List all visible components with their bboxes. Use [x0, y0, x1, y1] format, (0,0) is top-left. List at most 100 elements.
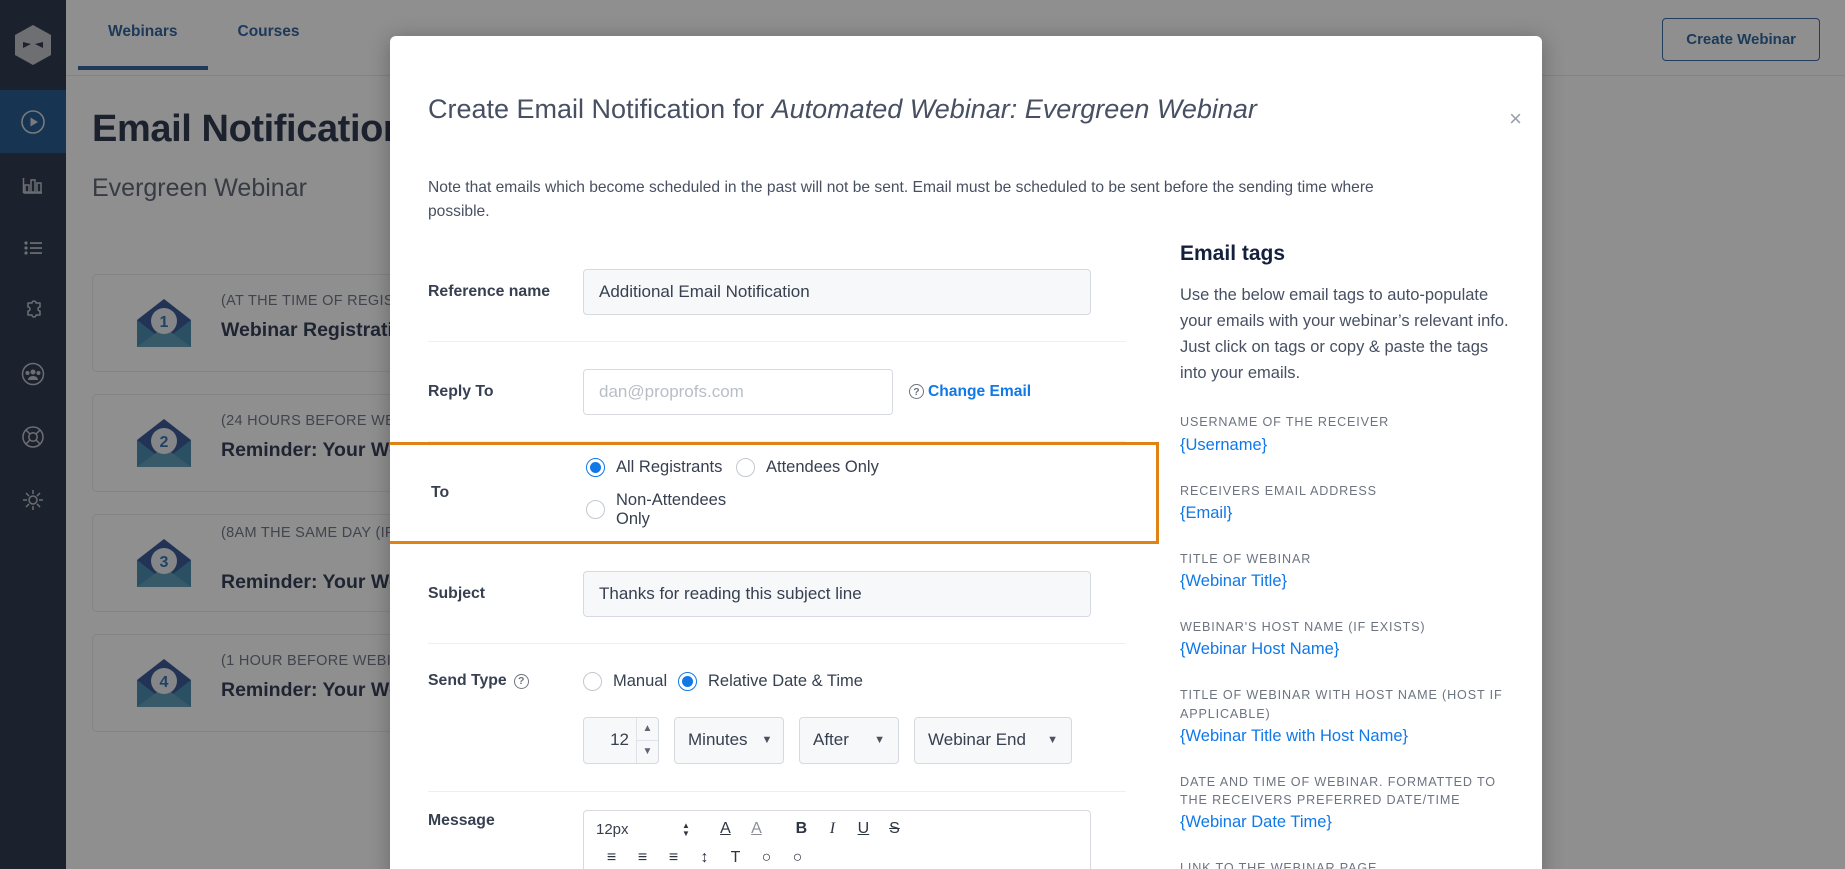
- message-editor[interactable]: 12px ▲ ▼ A A B I U S ≡ ≡ ≡ ↕ T ○ ○: [583, 810, 1091, 869]
- unit-select-value: Minutes: [688, 730, 748, 749]
- subject-label: Subject: [428, 584, 486, 602]
- modal-body: Reference name Reply To ? Change Email: [390, 242, 1542, 869]
- unit-select[interactable]: Minutes ▼: [674, 716, 784, 764]
- radio-dot-icon: [678, 671, 697, 691]
- change-email-label: Change Email: [928, 382, 1032, 400]
- message-label: Message: [428, 812, 495, 829]
- direction-select[interactable]: After ▼: [799, 716, 899, 764]
- reply-to-row: Reply To ? Change Email: [428, 342, 1126, 442]
- email-tag-caption: RECEIVERS EMAIL ADDRESS: [1180, 483, 1377, 498]
- email-tag-caption: LINK TO THE WEBINAR PAGE: [1180, 861, 1378, 869]
- help-icon: ?: [909, 384, 924, 399]
- direction-select-value: After: [813, 730, 849, 749]
- font-size-stepper-icon[interactable]: ▲ ▼: [682, 821, 690, 837]
- email-tag-caption: TITLE OF WEBINAR: [1180, 551, 1312, 566]
- highlight-color-icon[interactable]: A: [741, 820, 772, 838]
- email-tag-item: DATE AND TIME OF WEBINAR. FORMATTED TO T…: [1180, 773, 1510, 833]
- stepper-up-icon[interactable]: ▲: [637, 718, 658, 741]
- send-type-option-label: Relative Date & Time: [708, 671, 863, 690]
- email-tag-caption: TITLE OF WEBINAR WITH HOST NAME (HOST IF…: [1180, 688, 1503, 721]
- ordered-list-icon[interactable]: ≡: [596, 849, 627, 867]
- relative-schedule-controls: 12 ▲ ▼ Minutes ▼ After ▼ Webinar End ▼: [583, 716, 1072, 764]
- font-size-value[interactable]: 12px: [596, 821, 682, 838]
- to-option-non-attendees-only[interactable]: Non-Attendees Only: [586, 491, 736, 529]
- reference-name-label: Reference name: [428, 282, 551, 300]
- help-icon[interactable]: ?: [513, 673, 529, 689]
- text-color-icon[interactable]: A: [710, 820, 741, 838]
- email-tags-heading: Email tags: [1180, 242, 1286, 265]
- send-type-option-manual[interactable]: Manual: [583, 671, 678, 691]
- send-type-label: Send Type: [428, 672, 507, 689]
- underline-icon[interactable]: U: [848, 820, 879, 838]
- image-icon[interactable]: ○: [782, 849, 813, 867]
- to-option-attendees-only[interactable]: Attendees Only: [736, 457, 879, 477]
- email-tag-item: WEBINAR'S HOST NAME (IF EXISTS) {Webinar…: [1180, 618, 1510, 659]
- anchor-select[interactable]: Webinar End ▼: [914, 716, 1072, 764]
- email-tag-item: RECEIVERS EMAIL ADDRESS {Email}: [1180, 482, 1510, 523]
- modal-title-prefix: Create Email Notification for: [428, 94, 772, 124]
- radio-dot-icon: [586, 457, 605, 477]
- align-icon[interactable]: ≡: [658, 849, 689, 867]
- chevron-down-icon: ▼: [1047, 734, 1058, 746]
- email-tag-value[interactable]: {Email}: [1180, 504, 1510, 523]
- email-tag-item: TITLE OF WEBINAR {Webinar Title}: [1180, 550, 1510, 591]
- stepper-buttons: ▲ ▼: [636, 717, 658, 763]
- email-tag-value[interactable]: {Webinar Title with Host Name}: [1180, 727, 1510, 746]
- offset-number-stepper[interactable]: 12 ▲ ▼: [583, 716, 659, 764]
- radio-dot-icon: [586, 500, 605, 519]
- send-type-row: Send Type ? Manual Relative Date & Time: [428, 644, 1126, 792]
- modal-note: Note that emails which become scheduled …: [428, 179, 1374, 221]
- send-type-option-label: Manual: [613, 671, 668, 690]
- to-option-label: Non-Attendees Only: [616, 490, 727, 528]
- reference-name-input[interactable]: [583, 268, 1091, 315]
- chevron-down-icon: ▼: [874, 734, 885, 746]
- italic-icon[interactable]: I: [817, 820, 848, 838]
- email-tag-value[interactable]: {Webinar Host Name}: [1180, 640, 1510, 659]
- email-tag-value[interactable]: {Username}: [1180, 436, 1510, 455]
- to-row: To All Registrants Attendees Only Non-At…: [431, 445, 1156, 541]
- offset-value[interactable]: 12: [584, 718, 636, 763]
- radio-dot-icon: [736, 457, 755, 477]
- email-form: Reference name Reply To ? Change Email: [390, 242, 1159, 869]
- chevron-down-icon: ▼: [761, 734, 773, 746]
- stepper-down-icon[interactable]: ▼: [637, 741, 658, 763]
- to-label: To: [431, 484, 450, 502]
- modal-title: Create Email Notification for Automated …: [428, 94, 1472, 125]
- email-tag-item: USERNAME OF THE RECEIVER {Username}: [1180, 413, 1510, 454]
- editor-toolbar-row-2: ≡ ≡ ≡ ↕ T ○ ○: [584, 847, 1090, 869]
- editor-toolbar-row-1: 12px ▲ ▼ A A B I U S: [584, 811, 1090, 847]
- message-row: Message 12px ▲ ▼ A A B I U S ≡ ≡ ≡ ↕ T ○…: [428, 792, 1126, 869]
- email-tag-value[interactable]: {Webinar Title}: [1180, 572, 1510, 591]
- bold-icon[interactable]: B: [786, 820, 817, 838]
- change-email-link[interactable]: ? Change Email: [909, 383, 1031, 401]
- subject-input[interactable]: [583, 570, 1091, 617]
- subject-row: Subject: [428, 544, 1126, 644]
- reference-name-row: Reference name: [428, 242, 1126, 342]
- link-icon[interactable]: ○: [751, 849, 782, 867]
- to-option-label: All Registrants: [616, 457, 723, 476]
- create-email-notification-modal: × Create Email Notification for Automate…: [390, 36, 1542, 869]
- close-icon[interactable]: ×: [1509, 108, 1522, 130]
- email-tag-caption: USERNAME OF THE RECEIVER: [1180, 415, 1390, 430]
- indent-icon[interactable]: ↕: [689, 849, 720, 867]
- radio-dot-icon: [583, 671, 602, 691]
- email-tag-value[interactable]: {Webinar Date Time}: [1180, 813, 1510, 832]
- unordered-list-icon[interactable]: ≡: [627, 849, 658, 867]
- email-tag-caption: WEBINAR'S HOST NAME (IF EXISTS): [1180, 620, 1426, 634]
- to-option-label: Attendees Only: [766, 457, 879, 476]
- clear-format-icon[interactable]: T: [720, 849, 751, 867]
- email-tag-item: TITLE OF WEBINAR WITH HOST NAME (HOST IF…: [1180, 686, 1510, 746]
- send-type-label-wrap: Send Type ?: [428, 672, 583, 690]
- reply-to-input[interactable]: [583, 368, 893, 415]
- modal-title-emphasis: Automated Webinar: Evergreen Webinar: [771, 94, 1257, 124]
- email-tags-panel: Email tags Use the below email tags to a…: [1180, 242, 1510, 869]
- email-tag-caption: DATE AND TIME OF WEBINAR. FORMATTED TO T…: [1180, 774, 1496, 807]
- send-type-option-relative[interactable]: Relative Date & Time: [678, 671, 863, 691]
- anchor-select-value: Webinar End: [928, 730, 1026, 749]
- email-tag-item: LINK TO THE WEBINAR PAGE {Webinar Page L…: [1180, 859, 1510, 869]
- to-highlight-box: To All Registrants Attendees Only Non-At…: [390, 442, 1159, 544]
- reply-to-label: Reply To: [428, 382, 494, 400]
- strikethrough-icon[interactable]: S: [879, 820, 910, 838]
- email-tags-description: Use the below email tags to auto-populat…: [1180, 286, 1509, 383]
- to-option-all-registrants[interactable]: All Registrants: [586, 457, 736, 477]
